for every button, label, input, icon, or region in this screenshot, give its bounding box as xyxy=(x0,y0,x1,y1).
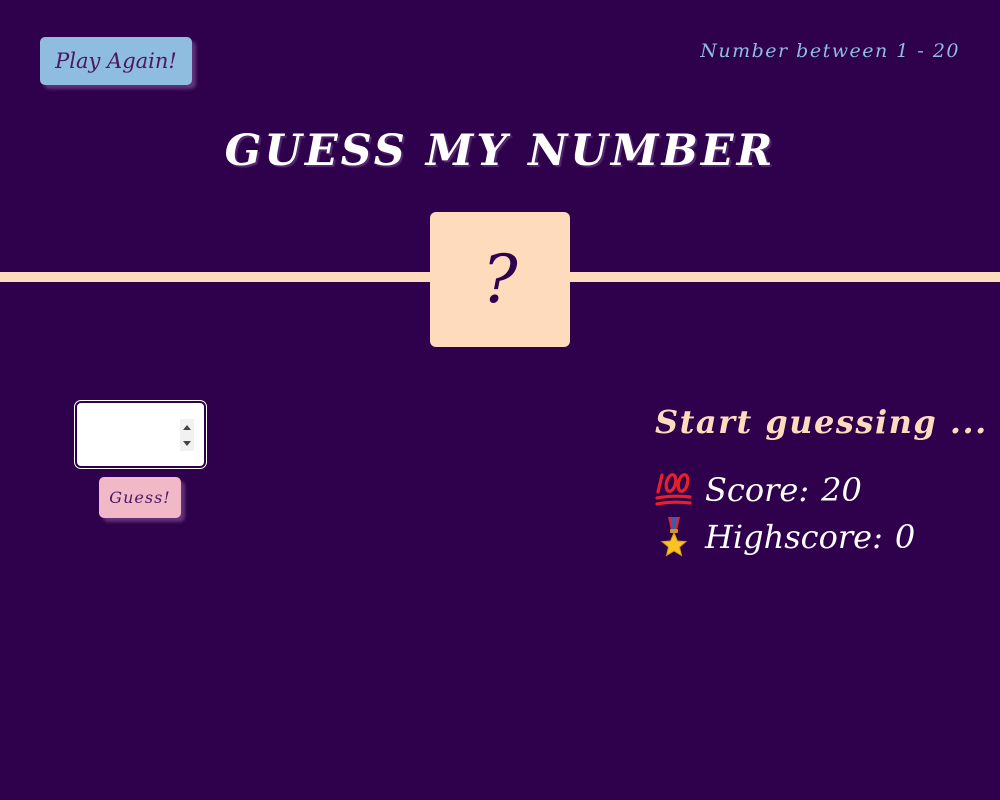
decrement-icon[interactable] xyxy=(183,440,191,446)
score-row: Score: 20 xyxy=(655,470,862,510)
game-title: GUESS MY NUMBER xyxy=(224,126,776,176)
hundred-points-icon xyxy=(655,473,692,506)
play-again-button[interactable]: Play Again! xyxy=(40,37,192,85)
highscore-value: 0 xyxy=(894,518,916,556)
number-spinner[interactable] xyxy=(180,419,194,451)
guess-input-container xyxy=(74,400,207,469)
score-label: Score: xyxy=(705,471,810,509)
guess-input[interactable] xyxy=(83,409,183,461)
range-hint: Number between 1 - 20 xyxy=(700,40,960,62)
highscore-row: Highscore: 0 xyxy=(655,517,915,557)
score-value: 20 xyxy=(821,471,862,509)
highscore-label: Highscore: xyxy=(705,518,883,556)
secret-number: ? xyxy=(482,241,518,318)
secret-number-box: ? xyxy=(430,212,570,347)
medal-icon xyxy=(660,517,688,557)
guess-button[interactable]: Guess! xyxy=(99,477,181,518)
increment-icon[interactable] xyxy=(183,424,191,430)
status-message: Start guessing ... xyxy=(655,403,988,441)
